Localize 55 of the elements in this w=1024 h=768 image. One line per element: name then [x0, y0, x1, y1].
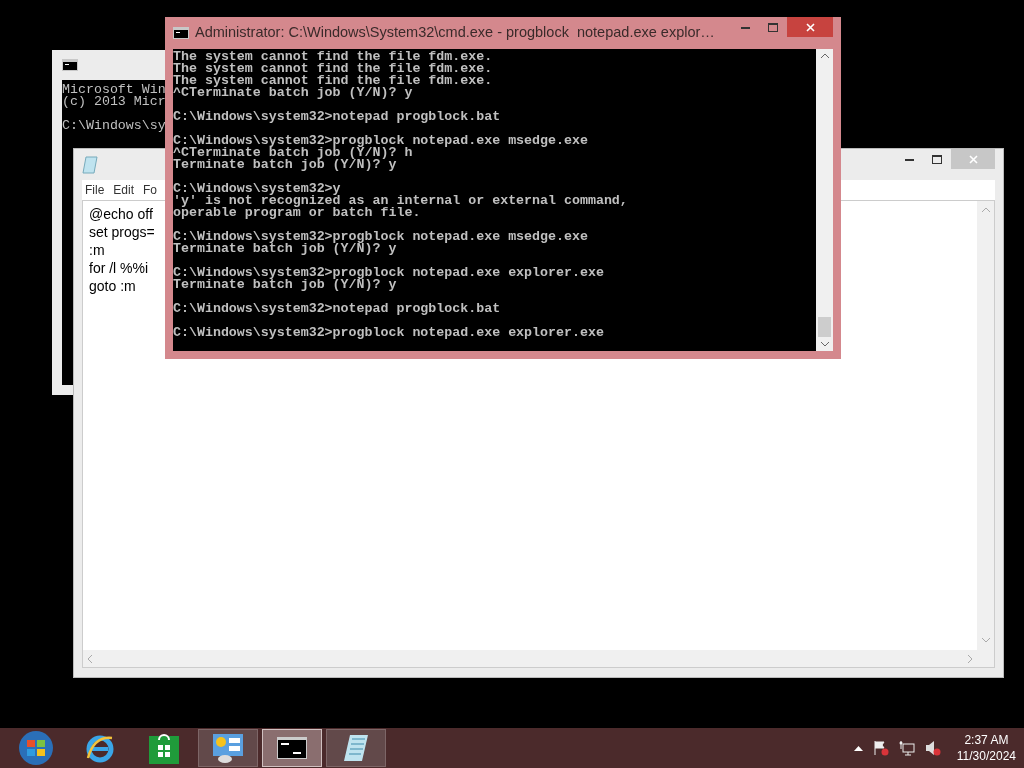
clock-time[interactable]: 2:37 AM: [964, 732, 1009, 748]
flag-icon[interactable]: [872, 740, 889, 756]
console-line: Terminate batch job (Y/N)? y: [173, 159, 397, 171]
store-icon[interactable]: [149, 732, 179, 764]
taskbar-button[interactable]: [262, 729, 322, 767]
console-line: (c) 2013 Micr: [62, 96, 166, 108]
console-line: The system cannot find the file fdm.exe.: [173, 75, 493, 87]
console-line: C:\Windows\system32>progblock notepad.exe msedge.exe: [173, 231, 588, 243]
text-line: @echo off: [89, 205, 153, 223]
network-icon[interactable]: [898, 740, 915, 756]
text-line: set progs=: [89, 223, 155, 241]
console-line: The system cannot find the file fdm.exe.: [173, 63, 493, 75]
console-line: C:\Windows\system32>progblock notepad.exe explorer.exe: [173, 267, 604, 279]
console-line: C:\Windows\system32>y: [173, 183, 341, 195]
console-line: Microsoft Win: [62, 84, 166, 96]
minimize-icon: [904, 157, 914, 161]
window-title: Administrator: C:\Windows\System32\cmd.exe - progblock notepad.exe explor…: [195, 23, 715, 43]
control-panel-icon[interactable]: [211, 732, 245, 764]
close-icon: [805, 22, 815, 32]
muted-speaker-icon[interactable]: [924, 740, 941, 756]
console-line: The system cannot find the file fdm.exe.: [173, 51, 493, 63]
maximize-icon: [768, 22, 778, 32]
text-line: goto :m: [89, 277, 136, 295]
console-line: ^CTerminate batch job (Y/N)? y: [173, 87, 413, 99]
console-line: Terminate batch job (Y/N)? y: [173, 279, 397, 291]
show-hidden-icons-icon[interactable]: [853, 745, 863, 751]
menu-item[interactable]: Edit: [113, 181, 135, 199]
close-icon: [968, 154, 978, 164]
menu-item[interactable]: Fo: [143, 181, 158, 199]
console-line: Terminate batch job (Y/N)? y: [173, 243, 397, 255]
console-line: C:\Windows\system32>notepad progblock.bat: [173, 303, 501, 315]
console-icon: [62, 59, 78, 71]
console-icon: [173, 27, 189, 39]
console-line: ^CTerminate batch job (Y/N)? h: [173, 147, 413, 159]
text-line: :m: [89, 241, 105, 259]
scroll-thumb[interactable]: [818, 317, 831, 337]
minimize-icon: [740, 25, 750, 29]
maximize-icon: [932, 154, 942, 164]
notepad-icon: [82, 155, 98, 174]
console-line: C:\Windows\sy: [62, 120, 166, 132]
notepad-icon[interactable]: [342, 733, 370, 763]
console-line: C:\Windows\system32>notepad progblock.bat: [173, 111, 501, 123]
console-line: operable program or batch file.: [173, 207, 421, 219]
start-orb-icon[interactable]: [18, 730, 54, 766]
clock-date[interactable]: 11/30/2024: [956, 748, 1016, 764]
console-line: C:\Windows\system32>progblock notepad.exe explorer.exe: [173, 327, 604, 339]
taskbar-button[interactable]: [198, 729, 258, 767]
console-line: C:\Windows\system32>progblock notepad.exe msedge.exe: [173, 135, 588, 147]
vertical-scrollbar[interactable]: [816, 49, 833, 351]
taskbar-button[interactable]: [326, 729, 386, 767]
text-line: for /l %%i: [89, 259, 149, 277]
console-line: 'y' is not recognized as an internal or external command,: [173, 195, 628, 207]
close-button[interactable]: [787, 17, 833, 37]
console-icon[interactable]: [277, 737, 307, 759]
menu-item[interactable]: File: [85, 181, 105, 199]
